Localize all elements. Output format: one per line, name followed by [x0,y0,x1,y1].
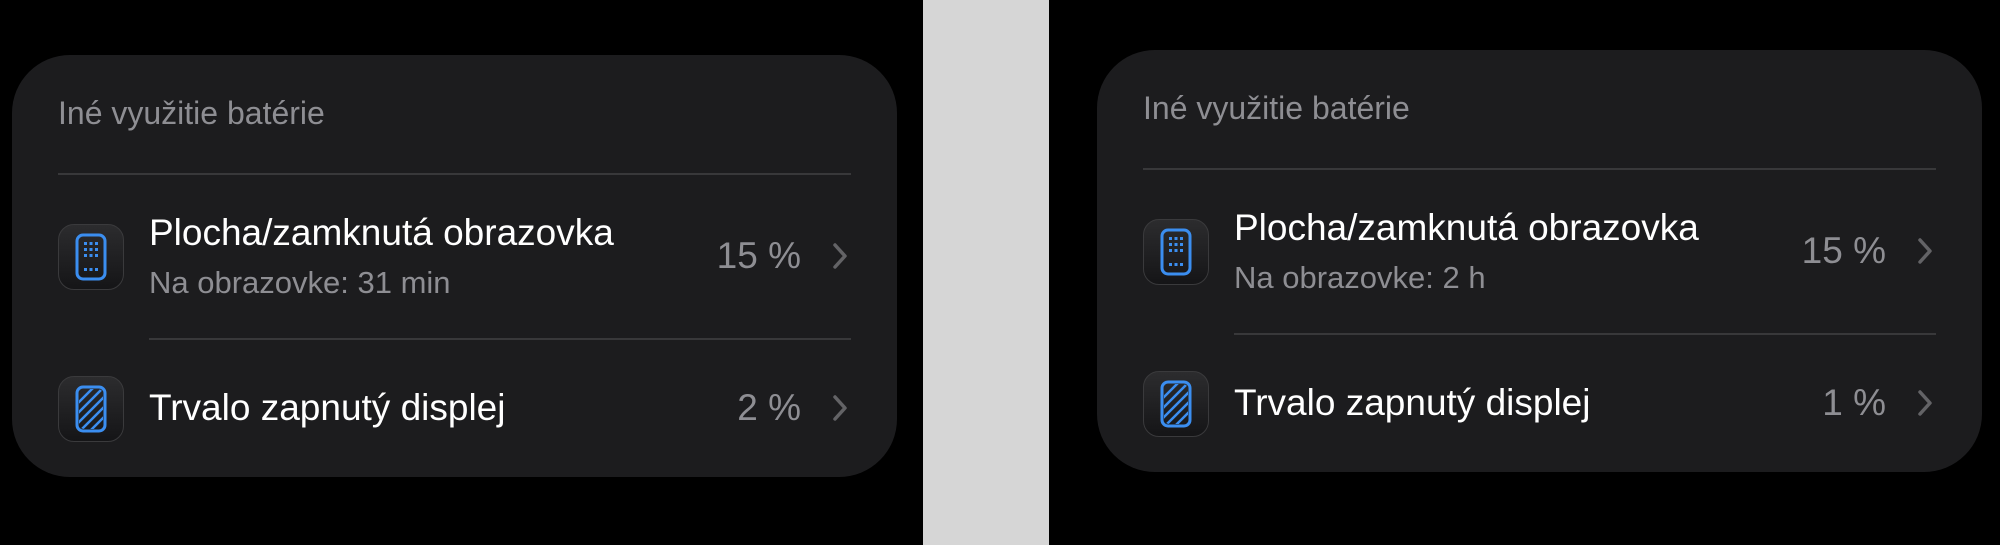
row-always-on-display[interactable]: Trvalo zapnutý displej 1 % [1097,337,1982,472]
row-home-lock-screen[interactable]: Plocha/zamknutá obrazovka Na obrazovke: … [12,177,897,337]
phone-home-screen-icon [1143,219,1209,285]
row-subtitle: Na obrazovke: 2 h [1234,260,1486,295]
row-title: Trvalo zapnutý displej [149,387,506,428]
usage-percent: 2 % [737,387,801,428]
usage-percent: 1 % [1822,382,1886,423]
chevron-right-icon [833,243,847,269]
row-always-on-display[interactable]: Trvalo zapnutý displej 2 % [12,342,897,477]
chevron-right-icon [1918,238,1932,264]
always-on-display-icon [58,376,124,442]
always-on-display-icon [1143,371,1209,437]
row-title: Trvalo zapnutý displej [1234,382,1591,423]
separator [1143,168,1936,170]
separator [1234,333,1936,335]
chevron-right-icon [833,395,847,421]
separator [149,338,851,340]
battery-usage-card-left: Iné využitie batérie Plocha/zamknutá obr… [12,55,897,477]
battery-usage-card-right: Iné využitie batérie Plocha/zamknutá obr… [1097,50,1982,472]
row-subtitle: Na obrazovke: 31 min [149,265,451,300]
section-title: Iné využitie batérie [58,95,325,131]
chevron-right-icon [1918,390,1932,416]
divider-strip [923,0,1049,545]
usage-percent: 15 % [716,235,801,276]
row-home-lock-screen[interactable]: Plocha/zamknutá obrazovka Na obrazovke: … [1097,172,1982,332]
separator [58,173,851,175]
usage-percent: 15 % [1801,230,1886,271]
phone-home-screen-icon [58,224,124,290]
row-title: Plocha/zamknutá obrazovka [1234,207,1699,248]
section-title: Iné využitie batérie [1143,90,1410,126]
row-title: Plocha/zamknutá obrazovka [149,212,614,253]
